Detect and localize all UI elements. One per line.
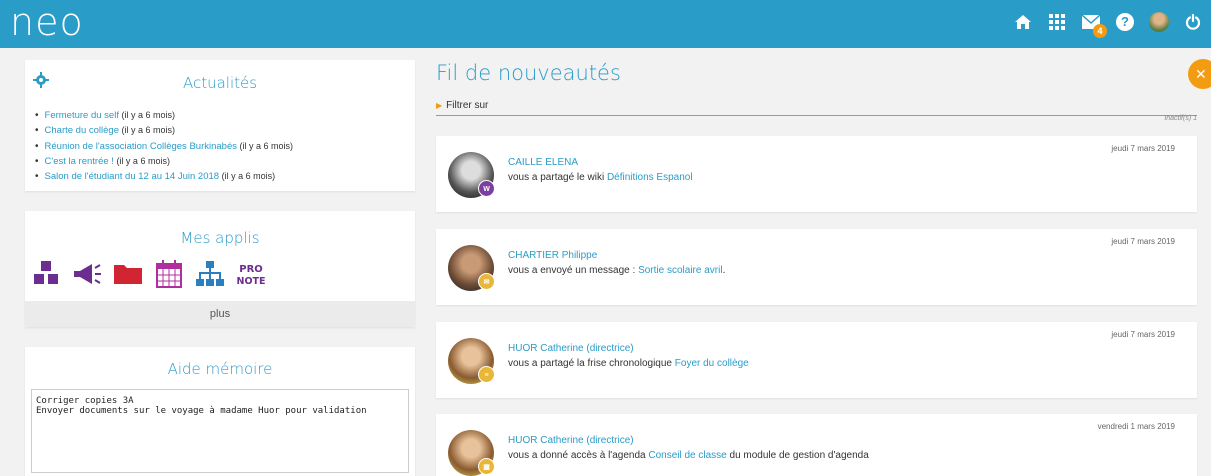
timeline-icon: ≡ [478, 366, 495, 383]
card-date: jeudi 7 mars 2019 [1111, 330, 1175, 339]
neo-logo[interactable]: neo [10, 2, 84, 42]
blocks-icon[interactable] [29, 258, 62, 290]
news-age: (il y a 6 mois) [239, 140, 294, 151]
news-link[interactable]: C'est la rentrée ! [45, 156, 114, 167]
pronote-label-1: PRO [239, 264, 263, 275]
more-apps-button[interactable]: plus [25, 301, 415, 327]
apps-title: Mes applis [180, 229, 260, 247]
news-link[interactable]: Salon de l'étudiant du 12 au 14 Juin 201… [45, 171, 220, 182]
card-author[interactable]: HUOR Catherine (directrice) [508, 435, 634, 446]
memo-panel: Aide mémoire Corriger copies 3A Envoyer … [25, 347, 415, 476]
card-text: vous a partagé le wiki Définitions Espan… [508, 172, 693, 183]
inactive-label: Inactif(s) 1 [1164, 115, 1197, 122]
help-icon[interactable]: ? [1115, 12, 1135, 32]
card-link[interactable]: Foyer du collège [675, 358, 749, 369]
list-item: Salon de l'étudiant du 12 au 14 Juin 201… [35, 169, 293, 184]
feed-card: jeudi 7 mars 2019 W CAILLE ELENA vous a … [436, 136, 1197, 212]
filter-label: Filtrer sur [446, 100, 489, 111]
filter-toggle[interactable]: ▶ Filtrer sur [436, 100, 1197, 116]
pronote-icon[interactable]: PRO NOTE [234, 258, 267, 290]
memo-textarea[interactable]: Corriger copies 3A Envoyer documents sur… [31, 389, 409, 473]
pronote-label-2: NOTE [236, 276, 265, 287]
news-link[interactable]: Fermeture du self [45, 110, 119, 121]
list-item: Réunion de l'association Collèges Burkin… [35, 139, 294, 154]
card-author[interactable]: CAILLE ELENA [508, 157, 578, 168]
feed-card: jeudi 7 mars 2019 ✉ CHARTIER Philippe vo… [436, 229, 1197, 305]
megaphone-icon[interactable] [70, 258, 103, 290]
news-link[interactable]: Charte du collège [45, 125, 119, 136]
news-list: Fermeture du self (il y a 6 mois) Charte… [35, 108, 294, 184]
news-age: (il y a 6 mois) [116, 155, 170, 166]
card-text: vous a donné accès à l'agenda Conseil de… [508, 450, 869, 461]
power-icon[interactable] [1183, 12, 1203, 32]
card-date: vendredi 1 mars 2019 [1097, 422, 1175, 431]
home-icon[interactable] [1013, 12, 1033, 32]
user-avatar[interactable] [1149, 12, 1169, 32]
news-panel: Actualités Fermeture du self (il y a 6 m… [25, 60, 415, 191]
memo-title: Aide mémoire [167, 360, 273, 378]
feed-title: Fil de nouveautés [436, 61, 621, 85]
mail-icon[interactable]: 4 [1081, 12, 1107, 38]
card-link[interactable]: Définitions Espanol [607, 172, 693, 183]
news-age: (il y a 6 mois) [121, 125, 176, 136]
apps-grid-icon[interactable] [1047, 12, 1067, 32]
card-link[interactable]: Conseil de classe [648, 450, 729, 461]
news-title: Actualités [182, 74, 258, 92]
calendar-icon[interactable] [152, 258, 185, 290]
feed-card: jeudi 7 mars 2019 ≡ HUOR Catherine (dire… [436, 322, 1197, 398]
list-item: C'est la rentrée ! (il y a 6 mois) [35, 154, 293, 169]
card-author[interactable]: CHARTIER Philippe [508, 250, 597, 261]
news-link[interactable]: Réunion de l'association Collèges Burkin… [45, 141, 237, 152]
card-link[interactable]: Sortie scolaire avril [638, 265, 722, 276]
feed-card: vendredi 1 mars 2019 ▦ HUOR Catherine (d… [436, 414, 1197, 476]
card-date: jeudi 7 mars 2019 [1111, 144, 1175, 153]
news-age: (il y a 6 mois) [221, 171, 276, 182]
apps-panel: Mes applis PRO NOTE plus [25, 211, 415, 327]
agenda-icon: ▦ [478, 458, 495, 475]
wiki-icon: W [478, 180, 495, 197]
list-item: Fermeture du self (il y a 6 mois) [35, 108, 293, 123]
news-age: (il y a 6 mois) [121, 110, 175, 120]
apps-row: PRO NOTE [29, 258, 267, 290]
folder-icon[interactable] [111, 258, 144, 290]
top-bar: neo 4 ? [0, 0, 1211, 48]
card-author[interactable]: HUOR Catherine (directrice) [508, 343, 634, 354]
top-icons: 4 ? [1013, 12, 1203, 38]
caret-right-icon: ▶ [436, 101, 443, 110]
sitemap-icon[interactable] [193, 258, 226, 290]
settings-fab[interactable]: ✕ [1188, 59, 1211, 89]
message-icon: ✉ [478, 273, 495, 290]
list-item: Charte du collège (il y a 6 mois) [35, 123, 293, 138]
mail-badge: 4 [1093, 24, 1107, 38]
card-text: vous a partagé la frise chronologique Fo… [508, 358, 749, 369]
card-date: jeudi 7 mars 2019 [1111, 237, 1175, 246]
card-text: vous a envoyé un message : Sortie scolai… [508, 265, 726, 276]
